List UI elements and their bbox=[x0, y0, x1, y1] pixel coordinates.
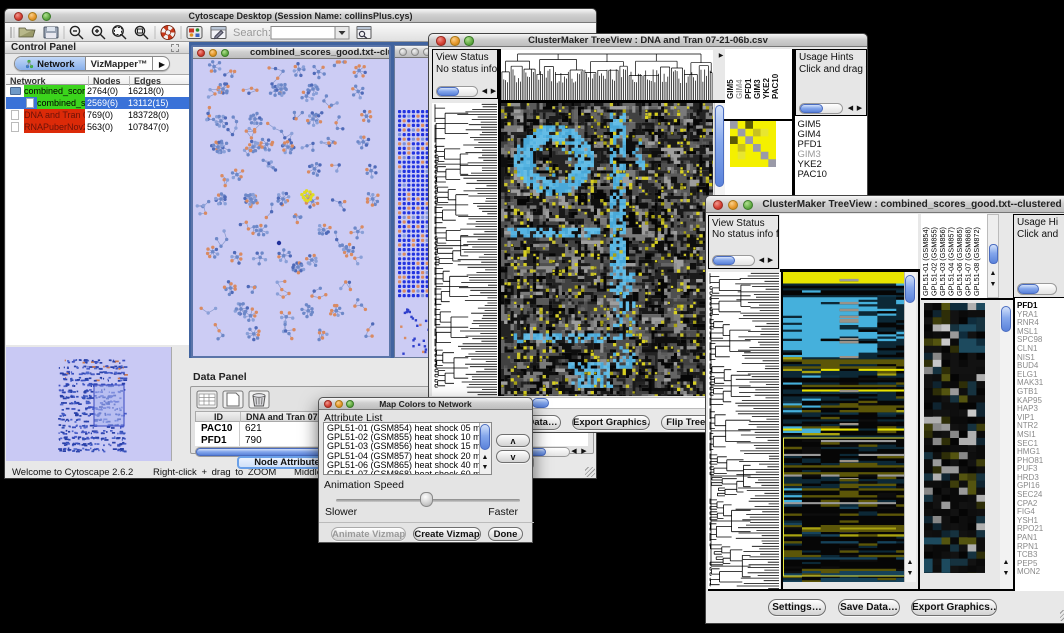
svg-text:YKE2: YKE2 bbox=[762, 78, 771, 99]
svg-text:GPL51-08 (GSM872): GPL51-08 (GSM872) bbox=[972, 227, 981, 296]
svg-text:Search:: Search: bbox=[233, 27, 271, 39]
svg-text:PFD1: PFD1 bbox=[744, 78, 753, 99]
svg-text:GIM4: GIM4 bbox=[735, 79, 744, 99]
svg-text:GIM3: GIM3 bbox=[753, 79, 762, 99]
svg-text:PAC10: PAC10 bbox=[771, 73, 780, 99]
svg-text:GIM5: GIM5 bbox=[726, 79, 735, 99]
